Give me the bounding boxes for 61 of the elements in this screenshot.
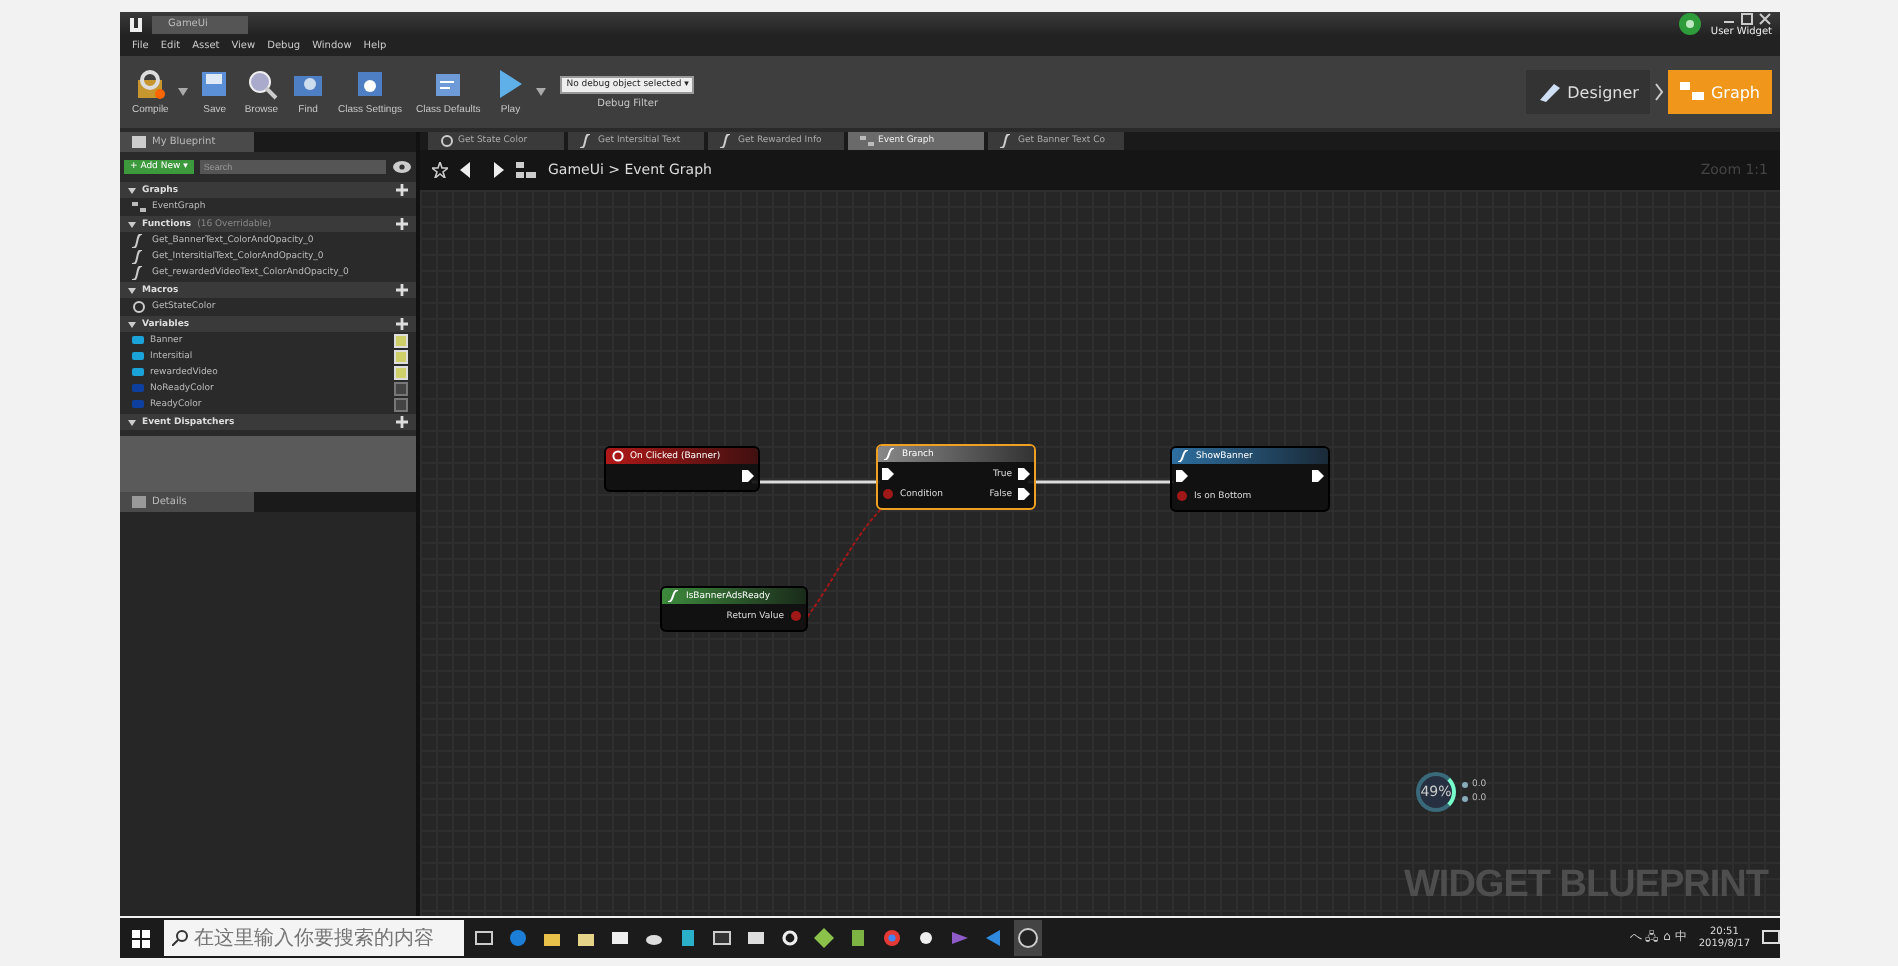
close-icon[interactable] bbox=[1758, 11, 1772, 25]
exec-pin-icon[interactable] bbox=[882, 468, 894, 480]
compile-icon bbox=[134, 68, 167, 100]
maximize-icon[interactable] bbox=[1740, 11, 1754, 25]
dropdown-caret-icon[interactable] bbox=[536, 88, 547, 96]
exec-pin-icon[interactable] bbox=[1312, 470, 1324, 482]
dropdown-caret-icon[interactable] bbox=[178, 88, 189, 96]
window-icon[interactable] bbox=[746, 928, 766, 948]
add-icon[interactable] bbox=[396, 318, 408, 330]
function-icon bbox=[1000, 134, 1014, 148]
macro-icon bbox=[132, 299, 146, 313]
expand-arrow-icon[interactable] bbox=[128, 419, 136, 425]
exec-pin-icon[interactable] bbox=[1018, 488, 1030, 500]
terminal-icon[interactable] bbox=[712, 928, 732, 948]
graph-icon bbox=[132, 199, 146, 213]
diamond-icon[interactable] bbox=[814, 928, 834, 948]
folder-icon[interactable] bbox=[542, 928, 562, 948]
macro-icon bbox=[440, 134, 454, 148]
expand-arrow-icon[interactable] bbox=[128, 321, 136, 327]
brush-icon bbox=[1537, 82, 1562, 102]
add-icon[interactable] bbox=[396, 284, 408, 296]
circle-icon[interactable] bbox=[916, 928, 936, 948]
graph-icon bbox=[516, 162, 536, 178]
function-icon bbox=[720, 134, 734, 148]
bullet-icon bbox=[1462, 796, 1468, 802]
forward-arrow-icon[interactable] bbox=[488, 162, 504, 178]
event-icon bbox=[612, 450, 624, 462]
function-icon bbox=[668, 590, 680, 602]
back-arrow-icon[interactable] bbox=[460, 162, 476, 178]
play-icon bbox=[494, 68, 527, 100]
function-icon bbox=[580, 134, 594, 148]
graph-icon bbox=[860, 134, 874, 148]
expand-arrow-icon[interactable] bbox=[128, 221, 136, 227]
document-icon[interactable] bbox=[848, 928, 868, 948]
notification-icon[interactable] bbox=[1762, 930, 1780, 946]
document-icon bbox=[432, 68, 465, 100]
bullet-icon bbox=[1462, 782, 1468, 788]
add-icon[interactable] bbox=[396, 416, 408, 428]
visibility-toggle[interactable] bbox=[394, 381, 408, 395]
visibility-toggle[interactable] bbox=[394, 397, 408, 411]
search-icon bbox=[172, 930, 188, 946]
exec-pin-icon[interactable] bbox=[742, 470, 754, 482]
designer-mode-button[interactable]: Designer bbox=[1525, 70, 1651, 114]
task-view-icon[interactable] bbox=[474, 928, 494, 948]
app-icon[interactable] bbox=[678, 928, 698, 948]
expand-arrow-icon[interactable] bbox=[128, 187, 136, 193]
windows-start-icon[interactable] bbox=[132, 929, 150, 947]
chevron-icon bbox=[1654, 82, 1665, 102]
eye-icon[interactable] bbox=[392, 159, 412, 173]
graph-nodes-icon bbox=[1680, 82, 1705, 102]
exec-pin-icon[interactable] bbox=[1176, 470, 1188, 482]
function-icon bbox=[1178, 450, 1190, 462]
branch-icon bbox=[884, 448, 896, 460]
add-icon[interactable] bbox=[396, 218, 408, 230]
add-icon[interactable] bbox=[396, 184, 408, 196]
expand-arrow-icon[interactable] bbox=[128, 287, 136, 293]
star-icon[interactable] bbox=[432, 162, 448, 178]
exec-pin-icon[interactable] bbox=[1018, 468, 1030, 480]
magnifier-icon bbox=[245, 68, 278, 100]
save-icon bbox=[198, 68, 231, 100]
source-control-icon[interactable] bbox=[1678, 12, 1703, 36]
